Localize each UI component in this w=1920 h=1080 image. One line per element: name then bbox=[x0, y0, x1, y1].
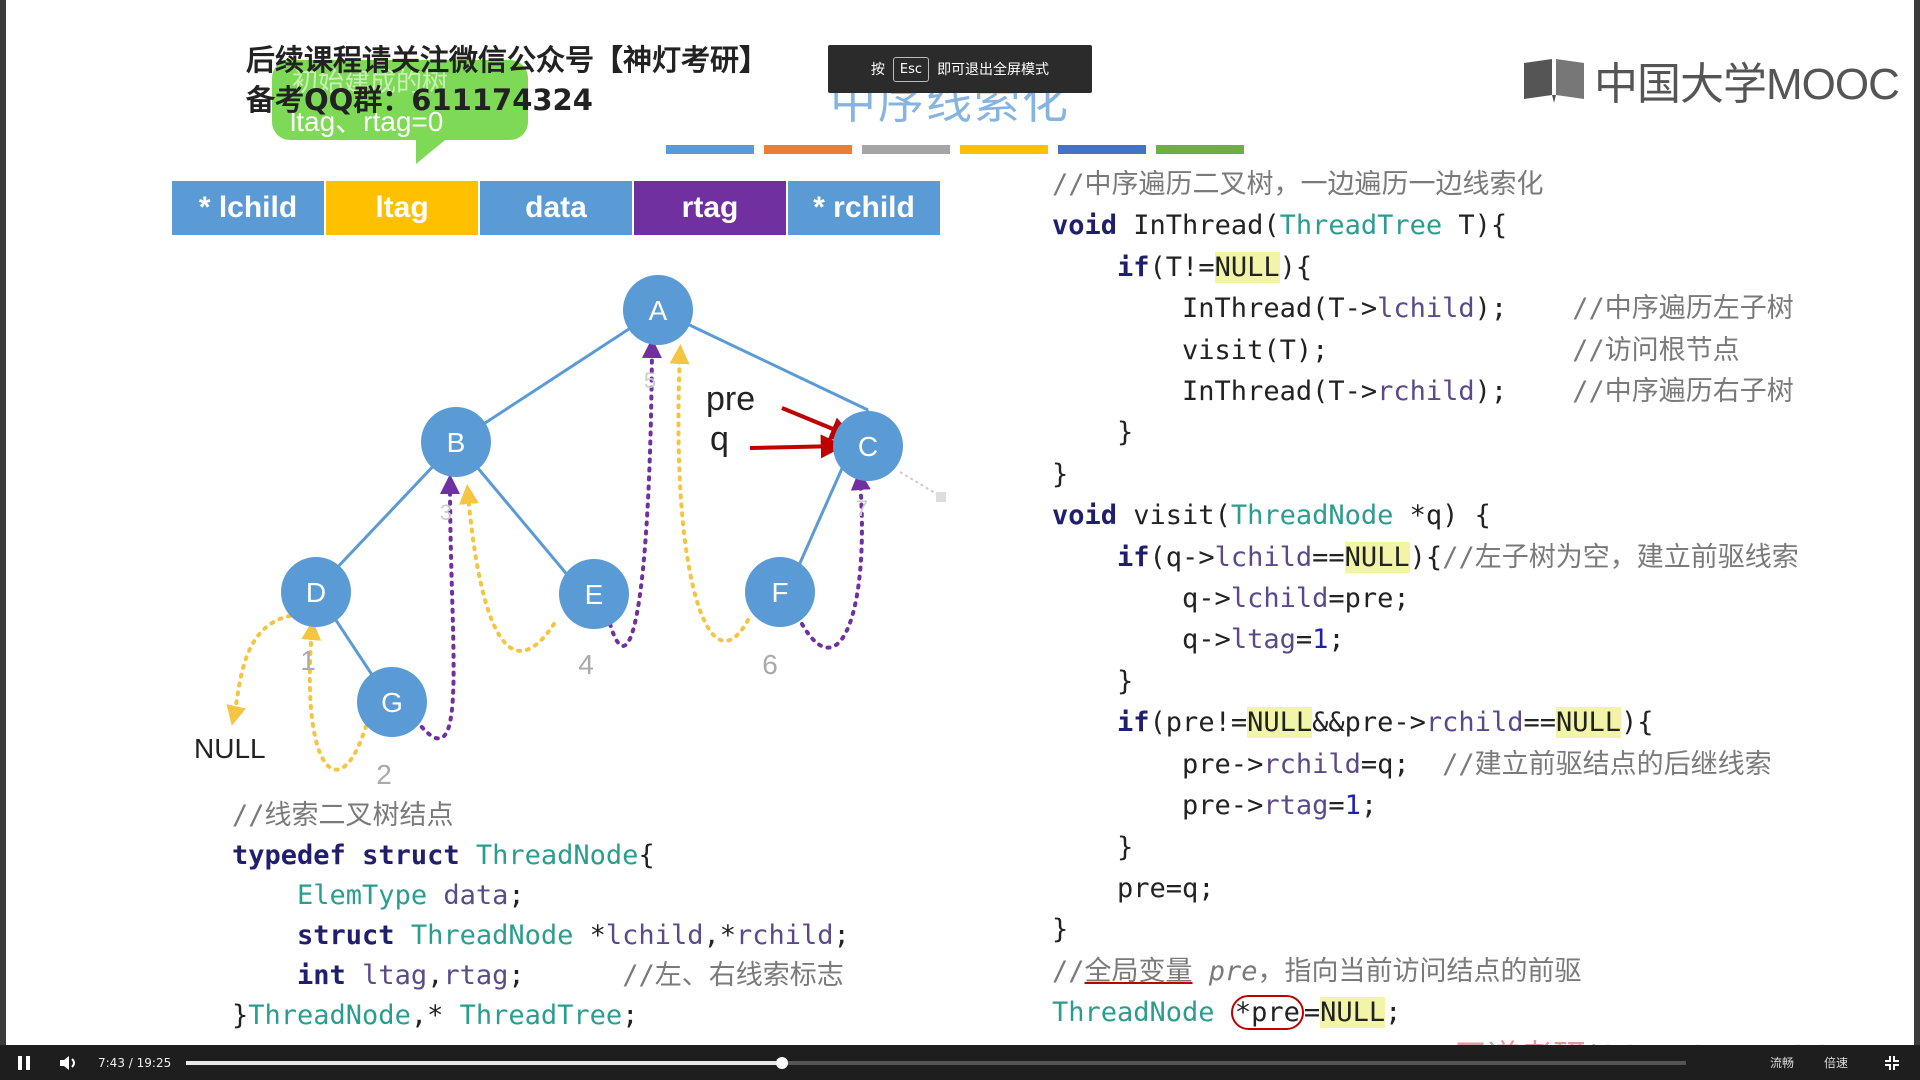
step-number-4: 4 bbox=[578, 649, 594, 680]
logo-text: 中国大学MOOC bbox=[1594, 60, 1900, 109]
player-right-controls: 流畅 倍速 bbox=[1770, 1045, 1906, 1080]
current-time: 7:43 bbox=[98, 1055, 125, 1070]
mooc-book-icon bbox=[1524, 59, 1584, 103]
tree-node-d: D bbox=[281, 557, 351, 627]
pause-icon bbox=[18, 1055, 30, 1070]
tree-node-a: A bbox=[623, 275, 693, 345]
code-comment: //中序遍历左子树 bbox=[1572, 293, 1794, 325]
code-comment: //左子树为空，建立前驱线索 bbox=[1442, 541, 1799, 573]
esc-tip-suffix: 即可退出全屏模式 bbox=[937, 62, 1050, 78]
svg-text:E: E bbox=[585, 579, 604, 610]
color-strip-segment bbox=[862, 145, 950, 154]
step-number-5: 5 bbox=[644, 368, 656, 393]
svg-text:F: F bbox=[771, 577, 788, 608]
code-comment: //访问根节点 bbox=[1572, 334, 1740, 366]
notice-line-2: 备考QQ群：611174324 bbox=[246, 83, 593, 117]
node-field-3: rtag bbox=[634, 181, 788, 235]
svg-text:D: D bbox=[306, 577, 326, 608]
mooc-logo: 中国大学MOOC bbox=[1522, 48, 1900, 112]
threaded-tree-diagram: pre q A B C D E F G 1 2 3 4 5 6 7 NULL bbox=[194, 275, 946, 790]
tree-node-e: E bbox=[559, 559, 629, 629]
right-border bbox=[1914, 0, 1920, 1045]
svg-text:G: G bbox=[381, 687, 403, 718]
volume-button[interactable] bbox=[54, 1049, 82, 1077]
pause-button[interactable] bbox=[10, 1049, 38, 1077]
step-number-1: 1 bbox=[300, 645, 316, 676]
exit-fullscreen-icon bbox=[1885, 1055, 1899, 1070]
speed-button[interactable]: 倍速 bbox=[1824, 1054, 1848, 1071]
step-number-6: 6 bbox=[762, 649, 778, 680]
code-comment: //左、右线索标志 bbox=[622, 960, 844, 991]
notice-line-1: 后续课程请关注微信公众号【神灯考研】 bbox=[246, 43, 769, 77]
node-field-2: data bbox=[480, 181, 634, 235]
thread-f-c bbox=[800, 470, 871, 650]
tree-node-g: G bbox=[357, 667, 427, 737]
pre-circled: *pre bbox=[1230, 995, 1304, 1031]
esc-key: Esc bbox=[892, 56, 930, 82]
progress-fill bbox=[186, 1061, 782, 1065]
color-strip-segment bbox=[960, 145, 1048, 154]
node-field-1: ltag bbox=[326, 181, 480, 235]
progress-handle[interactable] bbox=[775, 1057, 788, 1069]
volume-icon bbox=[60, 1055, 75, 1070]
exit-fullscreen-button[interactable] bbox=[1878, 1049, 1906, 1077]
step-number-7: 7 bbox=[856, 496, 868, 521]
color-strip-segment bbox=[1156, 145, 1244, 154]
step-number-2: 2 bbox=[376, 759, 392, 790]
tree-node-f: F bbox=[745, 557, 815, 627]
code-comment: //线索二叉树结点 bbox=[232, 800, 454, 831]
tree-node-b: B bbox=[421, 407, 491, 477]
total-time: 19:25 bbox=[136, 1055, 172, 1070]
left-border bbox=[0, 0, 6, 1045]
q-label: q bbox=[710, 420, 729, 458]
pre-label: pre bbox=[706, 380, 755, 418]
node-field-0: * lchild bbox=[172, 181, 326, 235]
thread-node-structure: * lchild ltag data rtag * rchild bbox=[172, 181, 942, 235]
fullscreen-exit-tip: 按 Esc 即可退出全屏模式 bbox=[828, 45, 1092, 93]
faint-thread bbox=[899, 471, 941, 497]
null-label: NULL bbox=[194, 733, 266, 764]
thread-d-null bbox=[226, 614, 292, 726]
thread-e-b bbox=[458, 484, 556, 653]
tree-edges bbox=[314, 308, 870, 703]
q-arrow bbox=[749, 434, 845, 459]
step-number-3: 3 bbox=[440, 500, 452, 525]
esc-tip-prefix: 按 bbox=[870, 62, 885, 78]
time-display: 7:43 / 19:25 bbox=[98, 1055, 172, 1070]
speech-bubble-tail bbox=[416, 136, 450, 164]
global-var-underlined: 全局变量 bbox=[1084, 955, 1193, 987]
color-strip-segment bbox=[1058, 145, 1146, 154]
video-player-controls: 7:43 / 19:25 流畅 倍速 bbox=[0, 1045, 1920, 1080]
quality-button[interactable]: 流畅 bbox=[1770, 1054, 1794, 1071]
overlay-notice: 后续课程请关注微信公众号【神灯考研】 备考QQ群：611174324 bbox=[246, 40, 768, 120]
code-comment: //中序遍历二叉树，一边遍历一边线索化 bbox=[1052, 169, 1544, 200]
color-strip-segment bbox=[666, 145, 754, 154]
node-field-4: * rchild bbox=[788, 181, 942, 235]
color-strip-segment bbox=[764, 145, 852, 154]
tree-node-c: C bbox=[833, 411, 903, 481]
code-block-threadnode: //线索二叉树结点 typedef struct ThreadNode{ Ele… bbox=[232, 800, 850, 1031]
code-block-inthread: //中序遍历二叉树，一边遍历一边线索化 void InThread(Thread… bbox=[1052, 169, 1799, 1031]
svg-text:A: A bbox=[649, 295, 668, 326]
progress-track[interactable] bbox=[186, 1057, 1686, 1069]
code-comment: //建立前驱结点的后继线索 bbox=[1442, 748, 1772, 780]
color-strip bbox=[666, 145, 1244, 154]
svg-text:C: C bbox=[858, 431, 878, 462]
faint-marker bbox=[936, 492, 946, 502]
code-comment: //中序遍历右子树 bbox=[1572, 376, 1794, 408]
svg-text:B: B bbox=[447, 427, 466, 458]
